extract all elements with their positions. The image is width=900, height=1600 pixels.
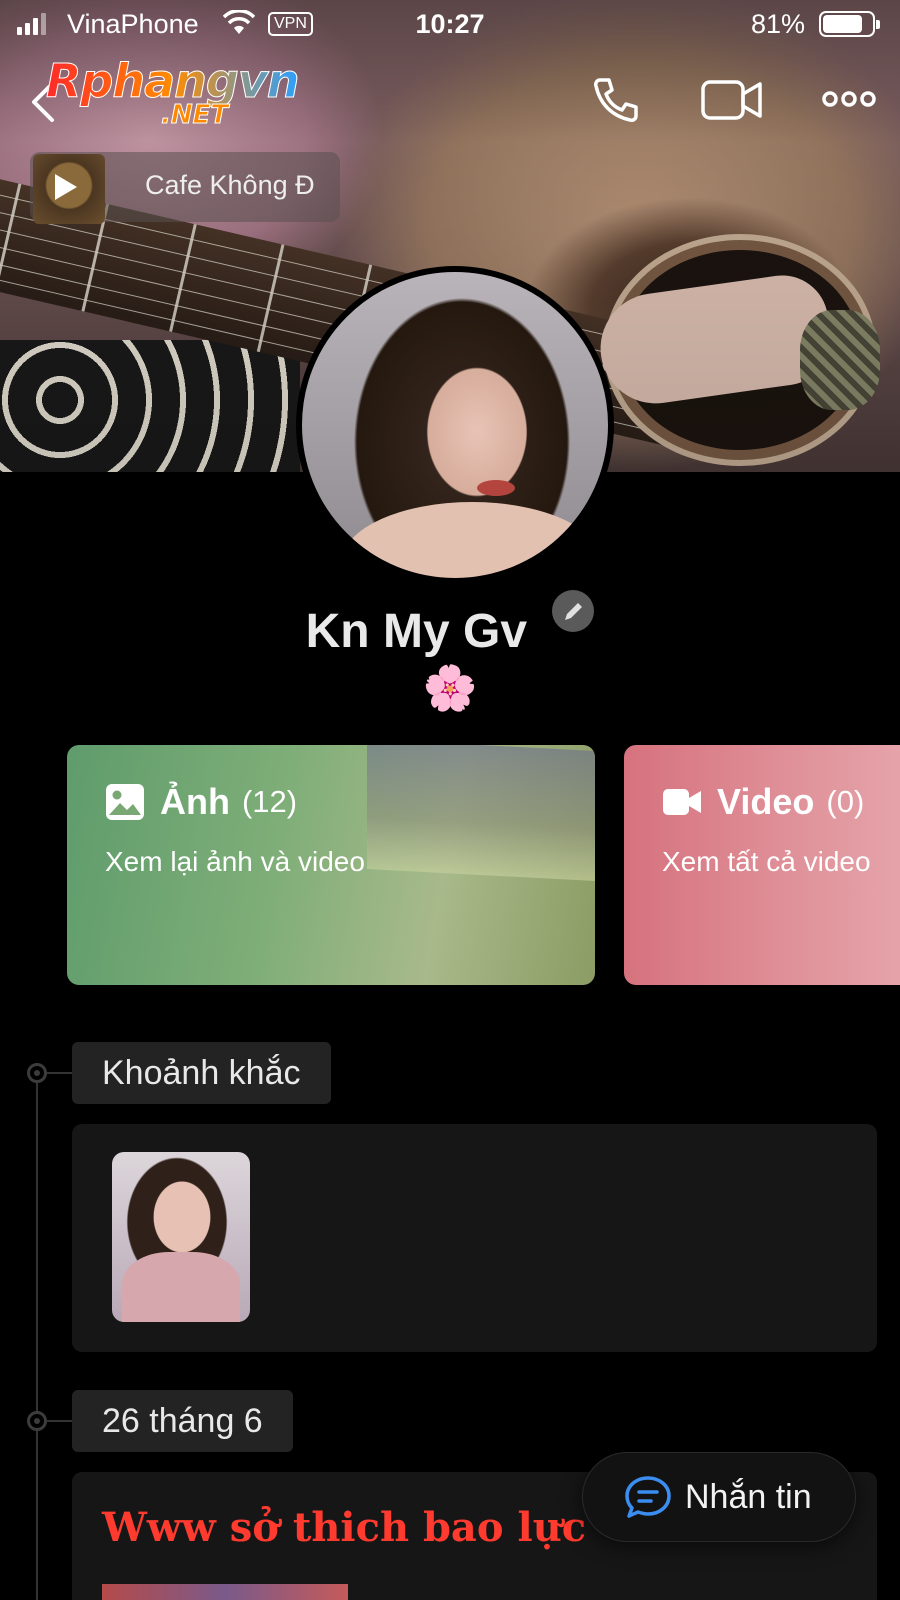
timeline-dot	[27, 1063, 47, 1083]
status-bar: VinaPhone VPN 10:27 81%	[0, 0, 900, 50]
watermark-logo: Rphangvn .NET	[46, 54, 301, 131]
photos-card-background	[367, 745, 595, 881]
battery-icon	[819, 11, 880, 37]
photos-card-count: (12)	[241, 784, 298, 819]
watermark-sub-text: .NET	[160, 100, 229, 131]
phone-call-icon[interactable]	[590, 74, 642, 126]
guitar-soundhole	[620, 250, 860, 450]
videos-card-description: Xem tất cả video	[662, 846, 871, 877]
profile-name-row: Kn My Gv	[0, 590, 900, 659]
timeline-dot	[27, 1411, 47, 1431]
post-image[interactable]	[102, 1584, 348, 1600]
battery-percent: 81%	[750, 9, 805, 39]
more-options-icon[interactable]	[822, 86, 876, 112]
video-camera-icon	[663, 789, 701, 815]
timeline-tag-date: 26 tháng 6	[72, 1390, 293, 1452]
photos-card[interactable]: Ảnh (12) Xem lại ảnh và video	[67, 745, 595, 985]
cover-bracelet	[800, 310, 880, 410]
profile-music-pill[interactable]: Cafe Không Đ	[30, 152, 340, 224]
moments-panel	[72, 1124, 877, 1352]
send-message-button[interactable]: Nhắn tin	[582, 1452, 856, 1542]
photos-card-title: Ảnh	[160, 781, 230, 822]
cover-hand	[593, 269, 837, 411]
play-icon[interactable]	[55, 174, 77, 200]
moment-thumbnail[interactable]	[112, 1152, 250, 1322]
image-icon	[106, 784, 144, 820]
send-message-label: Nhắn tin	[685, 1477, 812, 1516]
avatar-shoulder	[342, 502, 602, 578]
chat-bubble-icon	[625, 1476, 671, 1518]
avatar-lips	[477, 480, 515, 496]
video-call-icon[interactable]	[700, 74, 764, 126]
videos-card-count: (0)	[826, 784, 865, 819]
profile-avatar[interactable]	[296, 266, 614, 584]
timeline-tag-moments: Khoảnh khắc	[72, 1042, 331, 1104]
post-text: Www sở thich bao lực	[102, 1504, 587, 1551]
music-title: Cafe Không Đ	[145, 170, 315, 200]
cover-rug-pattern	[0, 340, 300, 472]
videos-card[interactable]: Video (0) Xem tất cả video	[624, 745, 900, 985]
timeline-connector	[47, 1420, 72, 1422]
profile-name: Kn My Gv	[305, 605, 528, 658]
timeline-line	[36, 1082, 38, 1600]
watermark-main-text: Rphangvn	[46, 54, 301, 108]
status-emoji: 🌸	[422, 664, 478, 713]
timeline-connector	[47, 1072, 72, 1074]
edit-pencil-icon[interactable]	[552, 590, 595, 632]
photos-card-description: Xem lại ảnh và video	[105, 846, 365, 877]
videos-card-title: Video	[717, 781, 815, 822]
